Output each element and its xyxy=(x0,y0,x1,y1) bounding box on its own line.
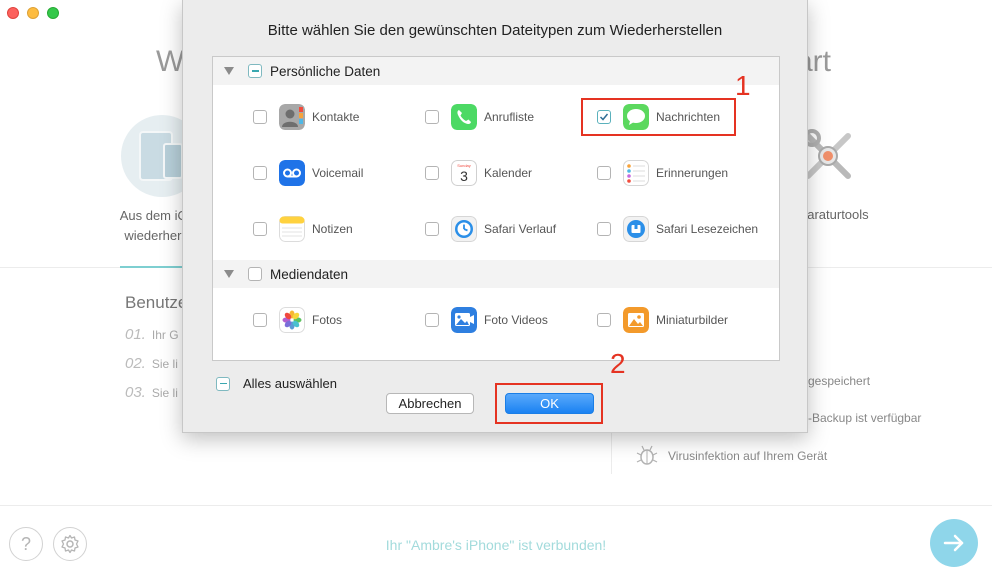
calendar-label: Kalender xyxy=(484,166,533,180)
item-calendar[interactable]: Sunday 3 Kalender xyxy=(425,159,532,187)
reminders-label: Erinnerungen xyxy=(656,166,729,180)
feature-backup-available: -Backup ist verfügbar xyxy=(808,411,922,425)
safari-history-label: Safari Verlauf xyxy=(484,222,557,236)
step-3-number: 03. xyxy=(125,384,146,401)
next-button[interactable] xyxy=(930,519,978,567)
wrench-screwdriver-icon[interactable] xyxy=(800,128,856,184)
calendar-icon: Sunday 3 xyxy=(451,160,477,186)
photos-label: Fotos xyxy=(312,313,343,327)
step-1: 01. Ihr G xyxy=(125,326,179,343)
section-media-data[interactable]: Mediendaten xyxy=(213,260,779,288)
select-all[interactable]: Alles auswählen xyxy=(216,376,337,391)
feature-saved: gespeichert xyxy=(808,374,871,388)
safari-history-icon xyxy=(451,216,477,242)
voicemail-icon xyxy=(279,160,305,186)
section-media-data-checkbox[interactable] xyxy=(248,267,262,281)
minimize-window-button[interactable] xyxy=(27,7,39,19)
call-history-checkbox[interactable] xyxy=(425,110,439,124)
item-call-history[interactable]: Anrufliste xyxy=(425,103,534,131)
photos-icon xyxy=(279,307,305,333)
safari-bookmarks-icon xyxy=(623,216,649,242)
section-personal-data-label: Persönliche Daten xyxy=(270,63,381,79)
section-media-data-label: Mediendaten xyxy=(270,266,349,282)
section-personal-data-checkbox[interactable] xyxy=(248,64,262,78)
footer-divider xyxy=(0,505,992,506)
item-voicemail[interactable]: Voicemail xyxy=(253,159,363,187)
calendar-checkbox[interactable] xyxy=(425,166,439,180)
item-photo-videos[interactable]: Foto Videos xyxy=(425,306,548,334)
step-1-text: Ihr G xyxy=(151,328,179,342)
reminders-checkbox[interactable] xyxy=(597,166,611,180)
thumbnails-label: Miniaturbilder xyxy=(656,313,729,327)
select-all-checkbox[interactable] xyxy=(216,376,230,391)
annotation-marker-2: 2 xyxy=(610,348,626,379)
photos-checkbox[interactable] xyxy=(253,313,267,327)
arrow-right-icon xyxy=(943,534,964,552)
safari-bookmarks-checkbox[interactable] xyxy=(597,222,611,236)
contacts-checkbox[interactable] xyxy=(253,110,267,124)
disclosure-triangle-icon[interactable] xyxy=(224,67,234,75)
step-2-text: Sie li xyxy=(151,357,178,371)
file-type-dialog: Bitte wählen Sie den gewünschten Dateity… xyxy=(182,0,808,433)
call-history-label: Anrufliste xyxy=(484,110,535,124)
notes-icon xyxy=(279,216,305,242)
reminders-icon xyxy=(623,160,649,186)
mode-tools-label[interactable]: paraturtools xyxy=(800,207,869,222)
contacts-icon xyxy=(279,104,305,130)
feature-virus-infection: Virusinfektion auf Ihrem Gerät xyxy=(668,449,828,463)
safari-bookmarks-label: Safari Lesezeichen xyxy=(656,222,759,236)
zoom-window-button[interactable] xyxy=(47,7,59,19)
calendar-icon-day: 3 xyxy=(460,168,468,184)
disclosure-triangle-icon[interactable] xyxy=(224,270,234,278)
background-title-left: W xyxy=(156,45,185,78)
step-2: 02. Sie li xyxy=(125,355,178,372)
contacts-label: Kontakte xyxy=(312,110,360,124)
annotation-marker-1: 1 xyxy=(735,70,751,101)
bug-icon xyxy=(636,445,658,465)
notes-checkbox[interactable] xyxy=(253,222,267,236)
active-mode-indicator xyxy=(120,266,182,268)
photo-videos-label: Foto Videos xyxy=(484,313,548,327)
item-safari-history[interactable]: Safari Verlauf xyxy=(425,215,556,243)
step-3-text: Sie li xyxy=(151,386,178,400)
step-1-number: 01. xyxy=(125,326,146,343)
photo-videos-checkbox[interactable] xyxy=(425,313,439,327)
voicemail-checkbox[interactable] xyxy=(253,166,267,180)
thumbnails-icon xyxy=(623,307,649,333)
safari-history-checkbox[interactable] xyxy=(425,222,439,236)
section-personal-data[interactable]: Persönliche Daten xyxy=(213,57,779,85)
connection-status: Ihr "Ambre's iPhone" ist verbunden! xyxy=(385,537,607,553)
close-window-button[interactable] xyxy=(7,7,19,19)
dialog-title: Bitte wählen Sie den gewünschten Dateity… xyxy=(267,22,723,39)
item-safari-bookmarks[interactable]: Safari Lesezeichen xyxy=(597,215,758,243)
thumbnails-checkbox[interactable] xyxy=(597,313,611,327)
item-thumbnails[interactable]: Miniaturbilder xyxy=(597,306,728,334)
photo-videos-icon xyxy=(451,307,477,333)
item-notes[interactable]: Notizen xyxy=(253,215,353,243)
step-3: 03. Sie li xyxy=(125,384,178,401)
annotation-highlight-ok xyxy=(495,383,603,424)
step-2-number: 02. xyxy=(125,355,146,372)
item-reminders[interactable]: Erinnerungen xyxy=(597,159,728,187)
cancel-button[interactable]: Abbrechen xyxy=(386,393,474,414)
steps-heading: Benutze xyxy=(125,293,188,312)
select-all-label: Alles auswählen xyxy=(243,376,337,391)
notes-label: Notizen xyxy=(312,222,353,236)
window-traffic-lights xyxy=(7,7,59,19)
item-contacts[interactable]: Kontakte xyxy=(253,103,359,131)
item-photos[interactable]: Fotos xyxy=(253,306,342,334)
voicemail-label: Voicemail xyxy=(312,166,364,180)
phone-icon xyxy=(451,104,477,130)
annotation-highlight-messages xyxy=(581,98,736,136)
